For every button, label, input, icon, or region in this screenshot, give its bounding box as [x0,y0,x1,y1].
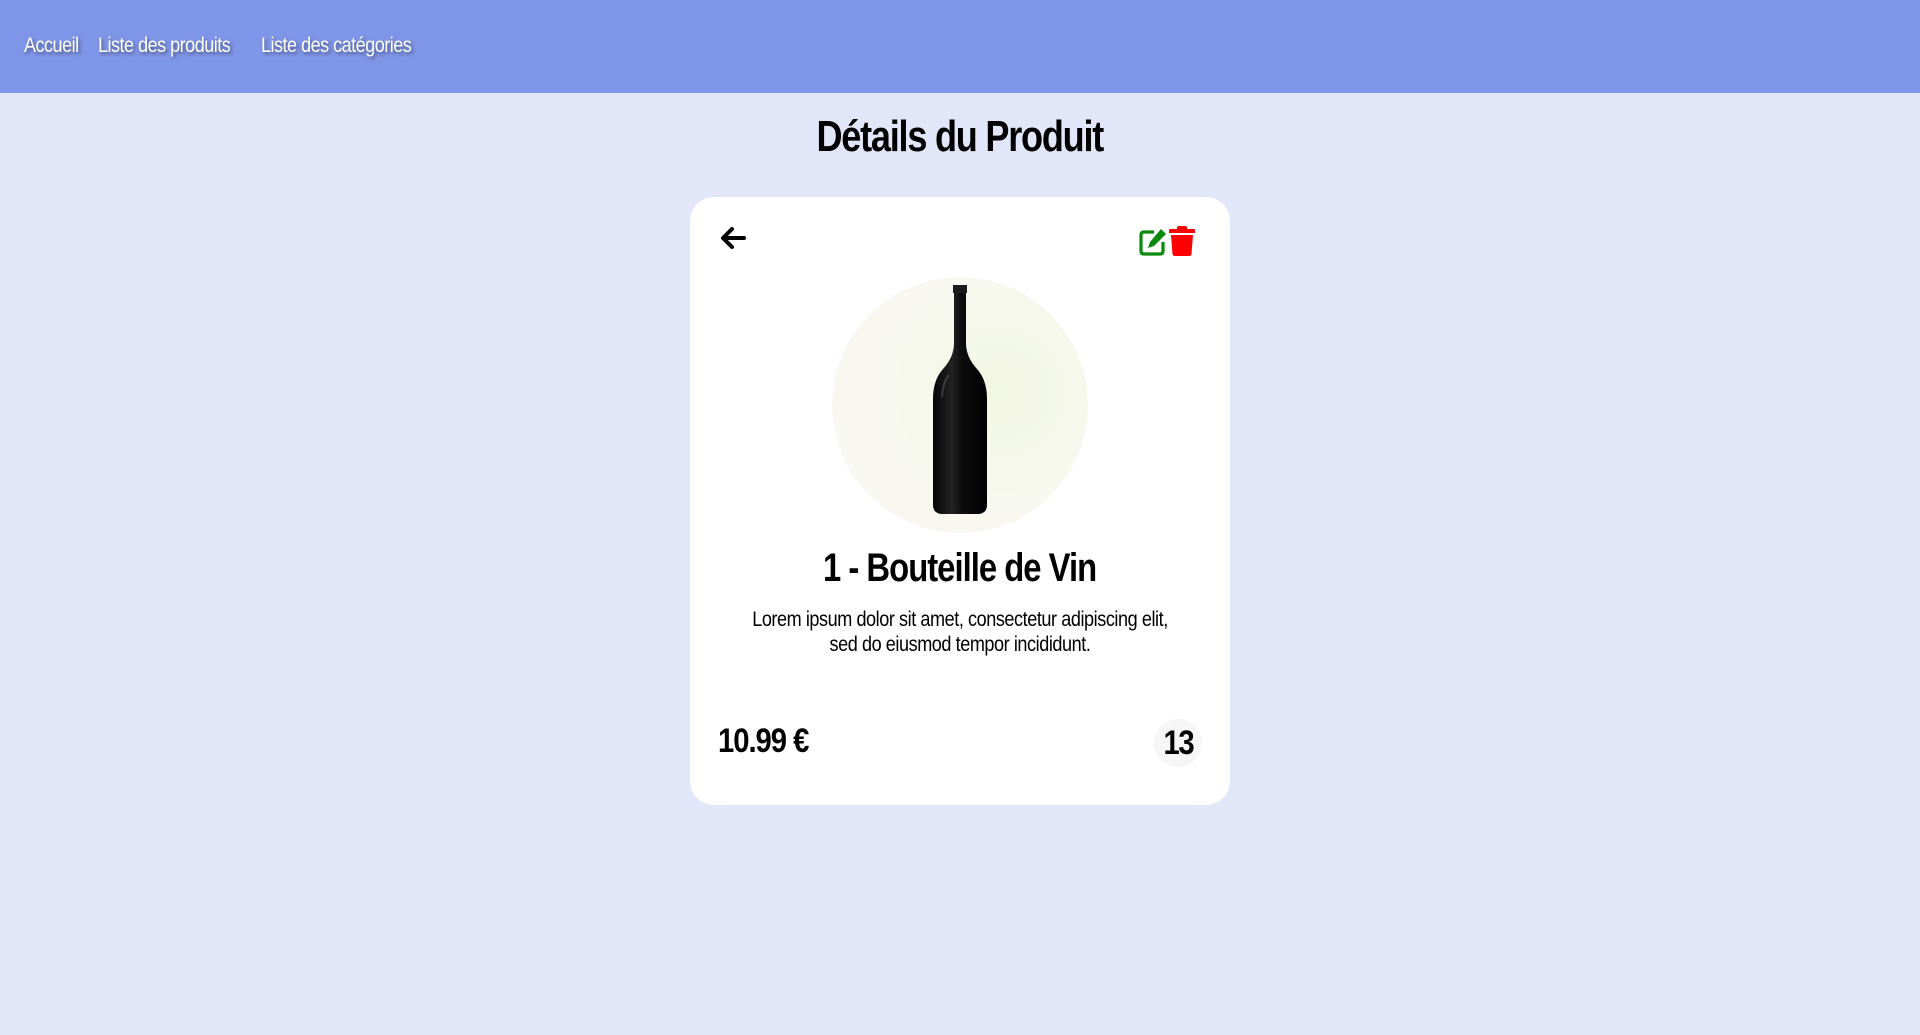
product-description-wrap: Lorem ipsum dolor sit amet, consectetur … [710,607,1210,657]
delete-button[interactable] [1169,225,1195,257]
product-description: Lorem ipsum dolor sit amet, consectetur … [752,608,1168,656]
nav-link-products[interactable]: Liste des produits [98,34,231,58]
edit-button[interactable] [1138,227,1168,257]
product-card: 1 - Bouteille de Vin Lorem ipsum dolor s… [690,197,1230,805]
nav-link-categories[interactable]: Liste des catégories [261,34,412,58]
wine-bottle-image [933,285,987,514]
arrow-left-icon [721,227,746,249]
product-quantity-badge: 13 [1154,719,1202,767]
navbar: Accueil Liste des produits Liste des cat… [0,0,1920,93]
edit-icon [1139,229,1166,256]
product-name-wrap: 1 - Bouteille de Vin [690,546,1230,591]
product-quantity: 13 [1163,724,1194,762]
page-title-wrap: Détails du Produit [0,112,1920,162]
product-price: 10.99 € [718,722,809,760]
trash-icon [1169,226,1195,256]
product-name: 1 - Bouteille de Vin [823,546,1097,590]
page-title: Détails du Produit [816,112,1105,161]
product-image [832,277,1088,533]
nav-links: Accueil Liste des produits Liste des cat… [24,34,422,58]
nav-link-accueil[interactable]: Accueil [24,34,79,58]
back-button[interactable] [718,223,748,253]
